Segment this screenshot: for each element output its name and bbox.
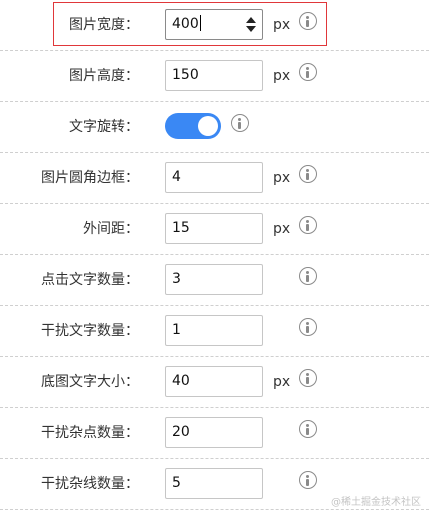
border-radius-input[interactable]: 4 xyxy=(165,162,263,193)
image-width-unit: px xyxy=(273,17,291,33)
noise-text-count-input[interactable]: 1 xyxy=(165,315,263,346)
margin-input[interactable]: 15 xyxy=(165,213,263,244)
bg-text-size-value: 40 xyxy=(172,373,190,389)
bg-text-size-unit: px xyxy=(273,374,291,390)
noise-lines-count-value: 5 xyxy=(172,475,181,491)
row-divider xyxy=(0,509,429,510)
bg-text-size-label: 底图文字大小： xyxy=(41,374,139,390)
text-rotation-toggle[interactable] xyxy=(165,113,221,139)
border-radius-value: 4 xyxy=(172,169,181,185)
image-width-label: 图片宽度： xyxy=(69,17,139,33)
row-border-radius: 图片圆角边框： 4 px xyxy=(0,153,429,204)
spinner-arrows-icon[interactable] xyxy=(246,16,256,33)
image-height-value: 150 xyxy=(172,67,199,83)
toggle-knob xyxy=(198,116,218,136)
spinner-down-icon[interactable] xyxy=(246,26,256,32)
text-caret xyxy=(199,15,201,31)
image-height-input[interactable]: 150 xyxy=(165,60,263,91)
image-width-input[interactable]: 400 xyxy=(165,9,263,40)
settings-form: 图片宽度： 400 px 图片高度： 150 px 文字旋转： 图片圆角边框： xyxy=(0,0,429,520)
click-text-count-value: 3 xyxy=(172,271,181,287)
row-noise-dots-count: 干扰杂点数量： 20 xyxy=(0,408,429,459)
info-circle-icon[interactable] xyxy=(299,12,317,30)
row-click-text-count: 点击文字数量： 3 xyxy=(0,255,429,306)
noise-text-count-label: 干扰文字数量： xyxy=(41,323,139,339)
noise-dots-count-label: 干扰杂点数量： xyxy=(41,425,139,441)
info-circle-icon[interactable] xyxy=(299,216,317,234)
info-circle-icon[interactable] xyxy=(299,369,317,387)
info-circle-icon[interactable] xyxy=(299,471,317,489)
click-text-count-input[interactable]: 3 xyxy=(165,264,263,295)
noise-dots-count-value: 20 xyxy=(172,424,190,440)
noise-lines-count-input[interactable]: 5 xyxy=(165,468,263,499)
watermark: @稀土掘金技术社区 xyxy=(331,497,421,508)
image-height-label: 图片高度： xyxy=(69,68,139,84)
border-radius-unit: px xyxy=(273,170,291,186)
noise-text-count-value: 1 xyxy=(172,322,181,338)
info-circle-icon[interactable] xyxy=(299,318,317,336)
info-circle-icon[interactable] xyxy=(299,420,317,438)
image-width-value: 400 xyxy=(172,16,199,32)
image-height-unit: px xyxy=(273,68,291,84)
text-rotation-label: 文字旋转： xyxy=(69,119,139,135)
margin-label: 外间距： xyxy=(83,221,139,237)
margin-unit: px xyxy=(273,221,291,237)
border-radius-label: 图片圆角边框： xyxy=(41,170,139,186)
row-image-height: 图片高度： 150 px xyxy=(0,51,429,102)
noise-dots-count-input[interactable]: 20 xyxy=(165,417,263,448)
info-circle-icon[interactable] xyxy=(299,267,317,285)
info-circle-icon[interactable] xyxy=(231,114,249,132)
noise-lines-count-label: 干扰杂线数量： xyxy=(41,476,139,492)
info-circle-icon[interactable] xyxy=(299,165,317,183)
row-image-width: 图片宽度： 400 px xyxy=(0,0,429,51)
row-noise-text-count: 干扰文字数量： 1 xyxy=(0,306,429,357)
margin-value: 15 xyxy=(172,220,190,236)
row-margin: 外间距： 15 px xyxy=(0,204,429,255)
spinner-up-icon[interactable] xyxy=(246,17,256,23)
info-circle-icon[interactable] xyxy=(299,63,317,81)
row-bg-text-size: 底图文字大小： 40 px xyxy=(0,357,429,408)
row-text-rotation: 文字旋转： xyxy=(0,102,429,153)
click-text-count-label: 点击文字数量： xyxy=(41,272,139,288)
bg-text-size-input[interactable]: 40 xyxy=(165,366,263,397)
